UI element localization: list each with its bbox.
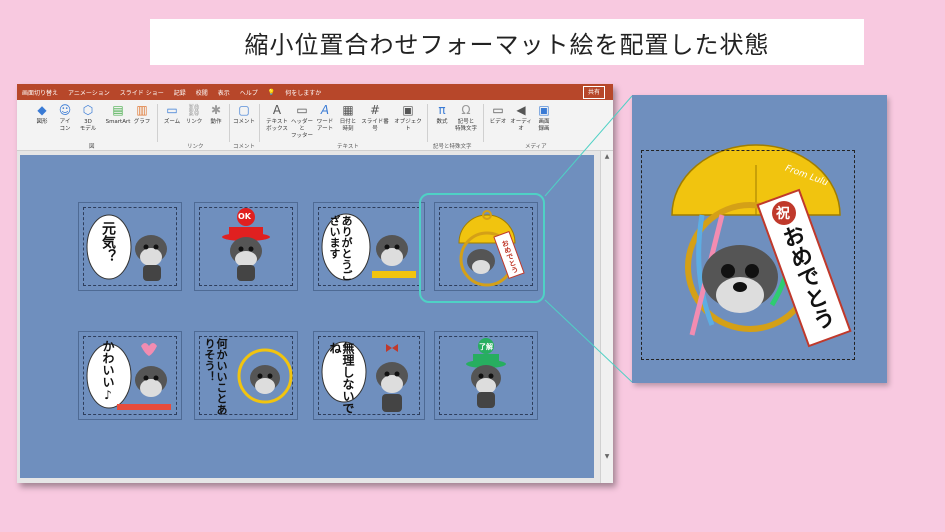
zoomed-sticker-panel: 祝 おめでとう From Lulu (632, 95, 887, 383)
iwai-badge: 祝 (776, 206, 790, 222)
